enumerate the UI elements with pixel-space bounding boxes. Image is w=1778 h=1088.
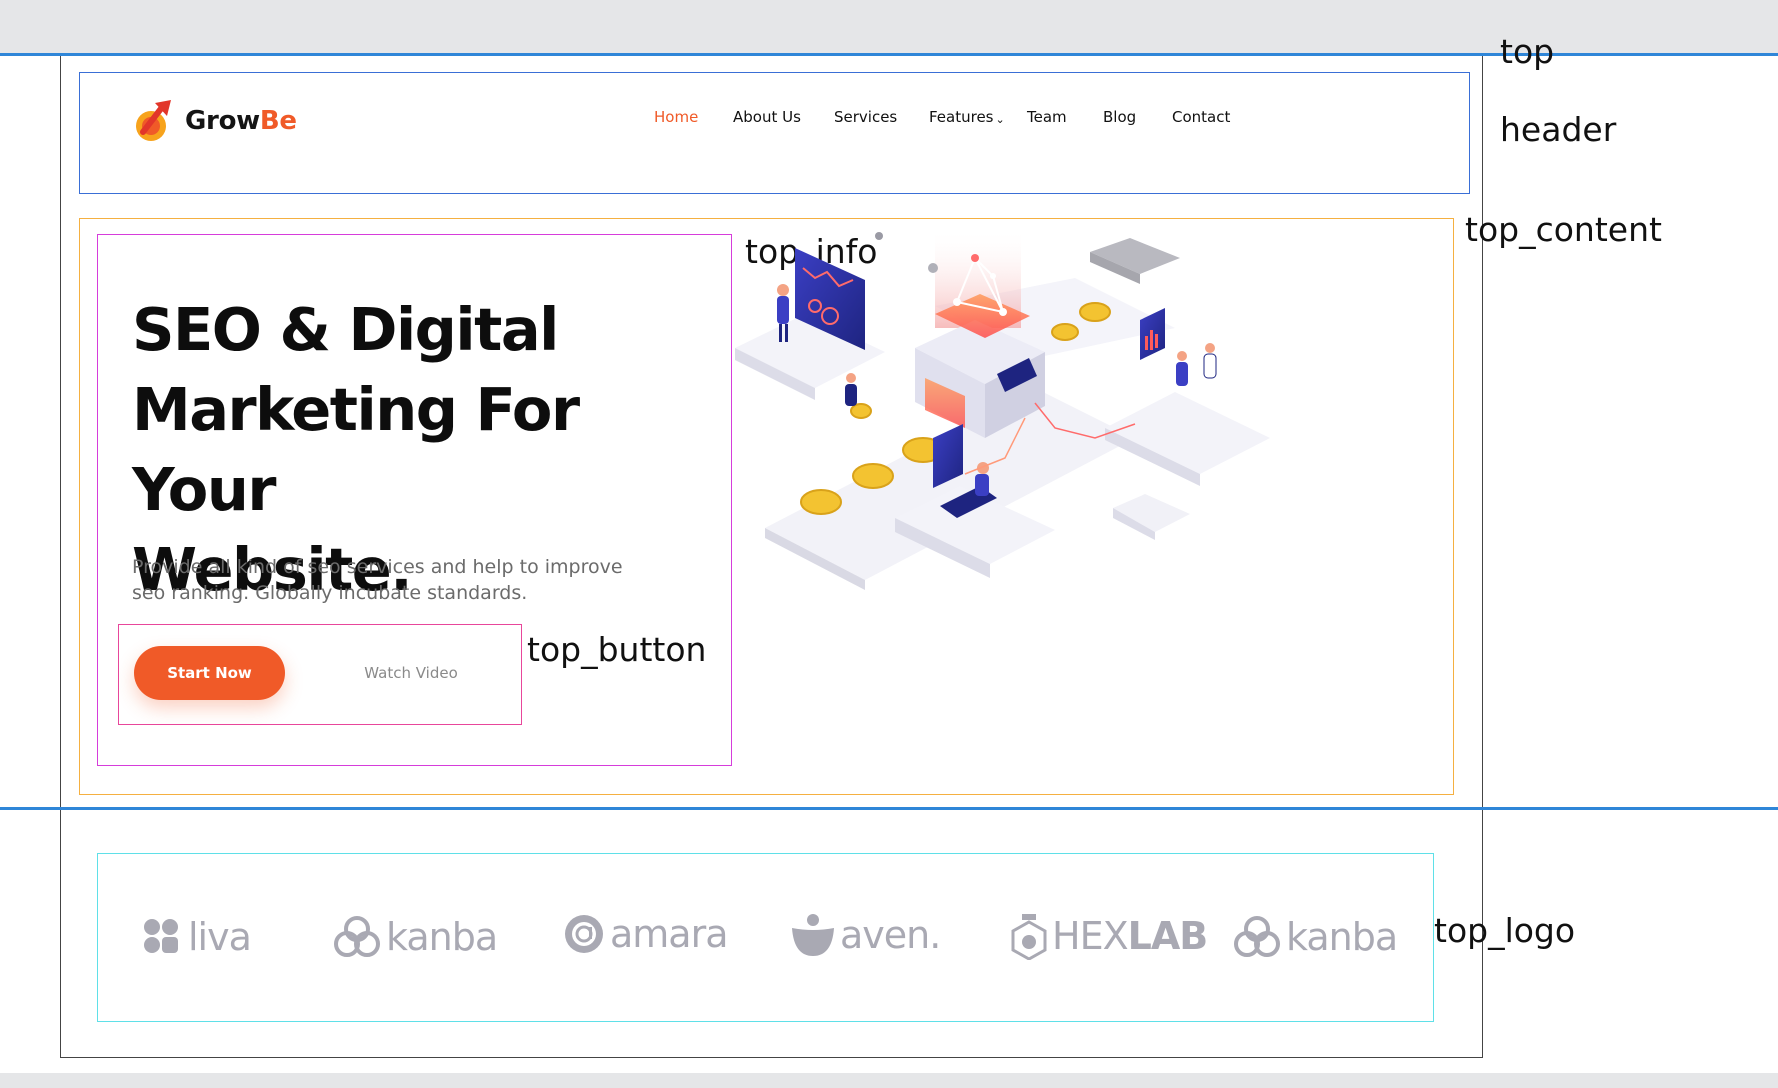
partner-logo-hexlab-text: HEXLAB [1052, 914, 1208, 958]
nav-features-label: Features [929, 108, 994, 126]
start-now-button[interactable]: Start Now [134, 646, 285, 700]
hero-subtitle-line-1: Provide all kind of seo services and hel… [132, 556, 623, 578]
nav-blog[interactable]: Blog [1103, 108, 1136, 126]
partner-logo-kanba-2-text: kanba [1286, 915, 1398, 959]
partner-logo-aven-text: aven. [840, 913, 941, 957]
hero-subtitle-line-2: seo ranking. Globally incubate standards… [132, 582, 528, 604]
top-bottom-guide-line [0, 807, 1778, 810]
partner-logo-amara-text: amara [610, 912, 728, 956]
brand-logo[interactable]: GrowBe [133, 98, 297, 144]
nav-about-us[interactable]: About Us [733, 108, 801, 126]
amara-at-icon [565, 915, 603, 953]
partner-logo-liva[interactable]: liva [140, 915, 252, 959]
hero-title-line-2: Marketing For Your [132, 375, 580, 524]
chevron-down-icon: ⌄ [995, 113, 1005, 126]
nav-services[interactable]: Services [834, 108, 897, 126]
annotation-top: top [1500, 32, 1555, 71]
partner-logo-hexlab[interactable]: HEXLAB [1010, 912, 1208, 960]
hero-subtitle: Provide all kind of seo services and hel… [132, 554, 652, 606]
liva-leaf-icon [144, 919, 178, 953]
partner-logo-kanba[interactable]: kanba [332, 915, 498, 959]
nav-home[interactable]: Home [654, 108, 698, 126]
brand-name: GrowBe [185, 106, 297, 136]
hexlab-flask-icon [1011, 914, 1047, 960]
annotation-top-logo: top_logo [1434, 911, 1576, 950]
hero-title-line-1: SEO & Digital [132, 295, 559, 364]
bottom-gray-band [0, 1073, 1778, 1088]
aven-drop-icon [792, 914, 834, 956]
partner-logo-aven[interactable]: aven. [790, 912, 941, 958]
page-stage: top header top_content top_info top_butt… [0, 0, 1778, 1088]
nav-features[interactable]: Features ⌄ [929, 108, 1005, 126]
partner-logo-amara[interactable]: amara [562, 912, 728, 956]
watch-video-button[interactable]: Watch Video [348, 660, 474, 686]
nav-team[interactable]: Team [1027, 108, 1067, 126]
rocket-arrow-logo-icon [136, 100, 171, 141]
annotation-header: header [1500, 110, 1617, 149]
partner-logo-kanba-2[interactable]: kanba [1232, 915, 1398, 959]
annotation-top-content: top_content [1465, 210, 1662, 249]
seo-isometric-illustration [735, 228, 1270, 590]
nav-contact[interactable]: Contact [1172, 108, 1230, 126]
partner-logo-liva-text: liva [188, 915, 252, 959]
kanba-rings-icon [334, 916, 380, 957]
annotation-top-button: top_button [527, 630, 707, 669]
partner-logo-kanba-text: kanba [386, 915, 498, 959]
kanba-rings-icon [1234, 916, 1280, 957]
